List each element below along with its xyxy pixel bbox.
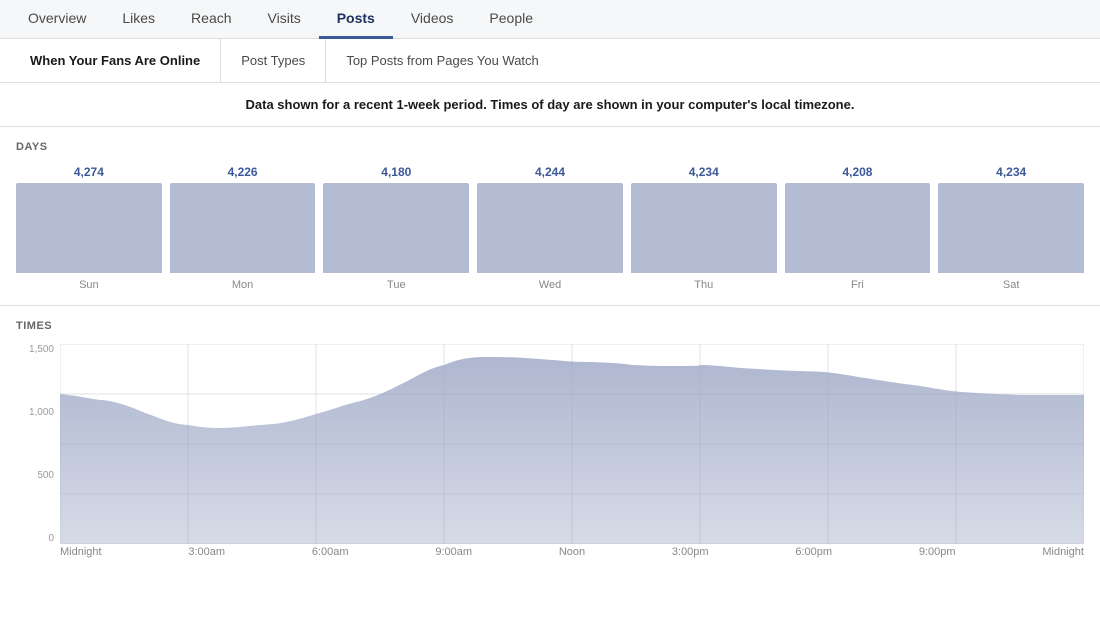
sub-nav-fans-online[interactable]: When Your Fans Are Online	[10, 39, 221, 82]
day-bar-sat	[938, 183, 1084, 273]
info-text: Data shown for a recent 1-week period. T…	[246, 97, 855, 112]
x-label-noon: Noon	[559, 546, 585, 558]
y-label-500: 500	[37, 470, 54, 481]
day-bar-fri	[785, 183, 931, 273]
day-name-thu: Thu	[694, 279, 713, 291]
day-name-wed: Wed	[539, 279, 561, 291]
day-col-sat: 4,234 Sat	[938, 165, 1084, 291]
day-bar-thu	[631, 183, 777, 273]
sub-nav: When Your Fans Are Online Post Types Top…	[0, 39, 1100, 83]
day-col-wed: 4,244 Wed	[477, 165, 623, 291]
day-value-sun: 4,274	[74, 165, 104, 179]
day-value-thu: 4,234	[689, 165, 719, 179]
x-label-6am: 6:00am	[312, 546, 349, 558]
day-col-fri: 4,208 Fri	[785, 165, 931, 291]
main-content: DAYS 4,274Sun4,226Mon4,180Tue4,244Wed4,2…	[0, 127, 1100, 568]
day-value-wed: 4,244	[535, 165, 565, 179]
day-col-tue: 4,180 Tue	[323, 165, 469, 291]
x-label-3pm: 3:00pm	[672, 546, 709, 558]
day-col-sun: 4,274 Sun	[16, 165, 162, 291]
x-label-9pm: 9:00pm	[919, 546, 956, 558]
day-name-sat: Sat	[1003, 279, 1020, 291]
day-value-tue: 4,180	[381, 165, 411, 179]
day-col-mon: 4,226 Mon	[170, 165, 316, 291]
day-name-sun: Sun	[79, 279, 99, 291]
nav-item-likes[interactable]: Likes	[104, 0, 173, 39]
day-bar-tue	[323, 183, 469, 273]
nav-item-people[interactable]: People	[471, 0, 551, 39]
x-label-midnight-start: Midnight	[60, 546, 102, 558]
y-label-0: 0	[48, 533, 54, 544]
info-bar: Data shown for a recent 1-week period. T…	[0, 83, 1100, 127]
day-bar-wed	[477, 183, 623, 273]
x-label-9am: 9:00am	[435, 546, 472, 558]
nav-item-posts[interactable]: Posts	[319, 0, 393, 39]
sub-nav-top-posts[interactable]: Top Posts from Pages You Watch	[326, 39, 558, 82]
day-value-sat: 4,234	[996, 165, 1026, 179]
day-bar-mon	[170, 183, 316, 273]
day-value-fri: 4,208	[842, 165, 872, 179]
day-name-tue: Tue	[387, 279, 406, 291]
y-label-1000: 1,000	[29, 407, 54, 418]
days-grid: 4,274 Sun 4,226 Mon 4,180 Tue 4,244 Wed 4,234 Thu…	[16, 165, 1084, 295]
area-path	[60, 357, 1084, 544]
x-label-6pm: 6:00pm	[795, 546, 832, 558]
day-name-mon: Mon	[232, 279, 253, 291]
y-label-1500: 1,500	[29, 344, 54, 355]
x-label-3am: 3:00am	[188, 546, 225, 558]
day-col-thu: 4,234 Thu	[631, 165, 777, 291]
times-label: TIMES	[16, 320, 1084, 332]
x-axis-labels: Midnight 3:00am 6:00am 9:00am Noon 3:00p…	[60, 546, 1084, 558]
days-section: DAYS 4,274Sun4,226Mon4,180Tue4,244Wed4,2…	[0, 127, 1100, 306]
times-section: TIMES 1,500 1,000 500 0	[0, 306, 1100, 568]
nav-item-videos[interactable]: Videos	[393, 0, 472, 39]
days-label: DAYS	[16, 141, 1084, 153]
nav-item-overview[interactable]: Overview	[10, 0, 104, 39]
sub-nav-post-types[interactable]: Post Types	[221, 39, 326, 82]
day-bar-sun	[16, 183, 162, 273]
times-chart	[60, 344, 1084, 544]
top-nav: Overview Likes Reach Visits Posts Videos…	[0, 0, 1100, 39]
day-name-fri: Fri	[851, 279, 864, 291]
x-label-midnight-end: Midnight	[1042, 546, 1084, 558]
day-value-mon: 4,226	[228, 165, 258, 179]
nav-item-reach[interactable]: Reach	[173, 0, 249, 39]
nav-item-visits[interactable]: Visits	[250, 0, 319, 39]
